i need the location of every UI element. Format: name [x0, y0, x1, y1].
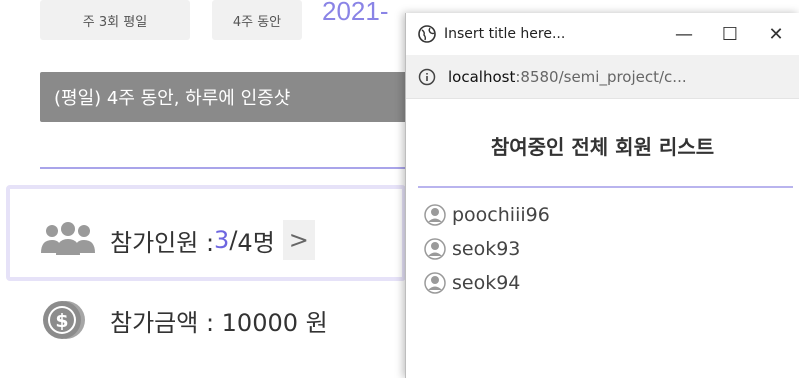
member-list: poochiii96 seok93 seok94	[424, 198, 799, 300]
section-divider	[40, 167, 410, 169]
maximize-button[interactable]: ☐	[707, 13, 753, 55]
url-host: localhost	[448, 67, 516, 86]
user-avatar-icon	[424, 238, 446, 260]
member-name: poochiii96	[452, 204, 550, 226]
member-name: seok94	[452, 272, 521, 294]
chevron-right-icon[interactable]: >	[282, 220, 315, 260]
info-icon[interactable]	[418, 68, 436, 86]
participation-fee-row: $ 참가금액 : 10000 원	[40, 298, 328, 342]
duration-chip: 4주 동안	[212, 0, 302, 40]
participant-count-current: 3	[214, 226, 230, 254]
participant-count-max: 4명	[237, 228, 275, 257]
schedule-chip: 주 3회 평일	[40, 0, 190, 40]
challenge-date: 2021-	[322, 0, 389, 26]
popup-titlebar[interactable]: Insert title here... — ☐ ✕	[406, 13, 799, 55]
participant-count-row[interactable]: 참가인원 : 3 / 4명 >	[40, 220, 315, 260]
list-item: seok93	[424, 232, 799, 266]
certification-notice: (평일) 4주 동안, 하루에 인증샷	[40, 72, 410, 122]
globe-icon	[418, 25, 436, 43]
participant-count-separator: /	[229, 226, 238, 254]
participation-fee-label: 참가금액 : 10000 원	[110, 308, 328, 337]
popup-window-title: Insert title here...	[444, 26, 566, 42]
member-list-divider	[418, 186, 793, 188]
member-name: seok93	[452, 238, 521, 260]
close-button[interactable]: ✕	[753, 13, 799, 55]
member-list-title: 참여중인 전체 회원 리스트	[490, 135, 715, 159]
svg-text:$: $	[55, 310, 68, 332]
dollar-coin-icon: $	[43, 301, 85, 339]
user-avatar-icon	[424, 272, 446, 294]
people-icon	[41, 222, 95, 255]
member-list-popup-window: Insert title here... — ☐ ✕ localhost:858…	[405, 13, 799, 378]
popup-content: 참여중인 전체 회원 리스트 poochiii96 seok93 seok94	[406, 131, 799, 300]
minimize-button[interactable]: —	[661, 13, 707, 55]
page-url[interactable]: localhost:8580/semi_project/c...	[448, 68, 687, 86]
url-path: :8580/semi_project/c...	[515, 67, 687, 86]
list-item: seok94	[424, 266, 799, 300]
user-avatar-icon	[424, 204, 446, 226]
window-controls: — ☐ ✕	[661, 13, 799, 55]
participant-count-label: 참가인원 :	[110, 228, 215, 257]
address-bar[interactable]: localhost:8580/semi_project/c...	[406, 55, 799, 99]
list-item: poochiii96	[424, 198, 799, 232]
